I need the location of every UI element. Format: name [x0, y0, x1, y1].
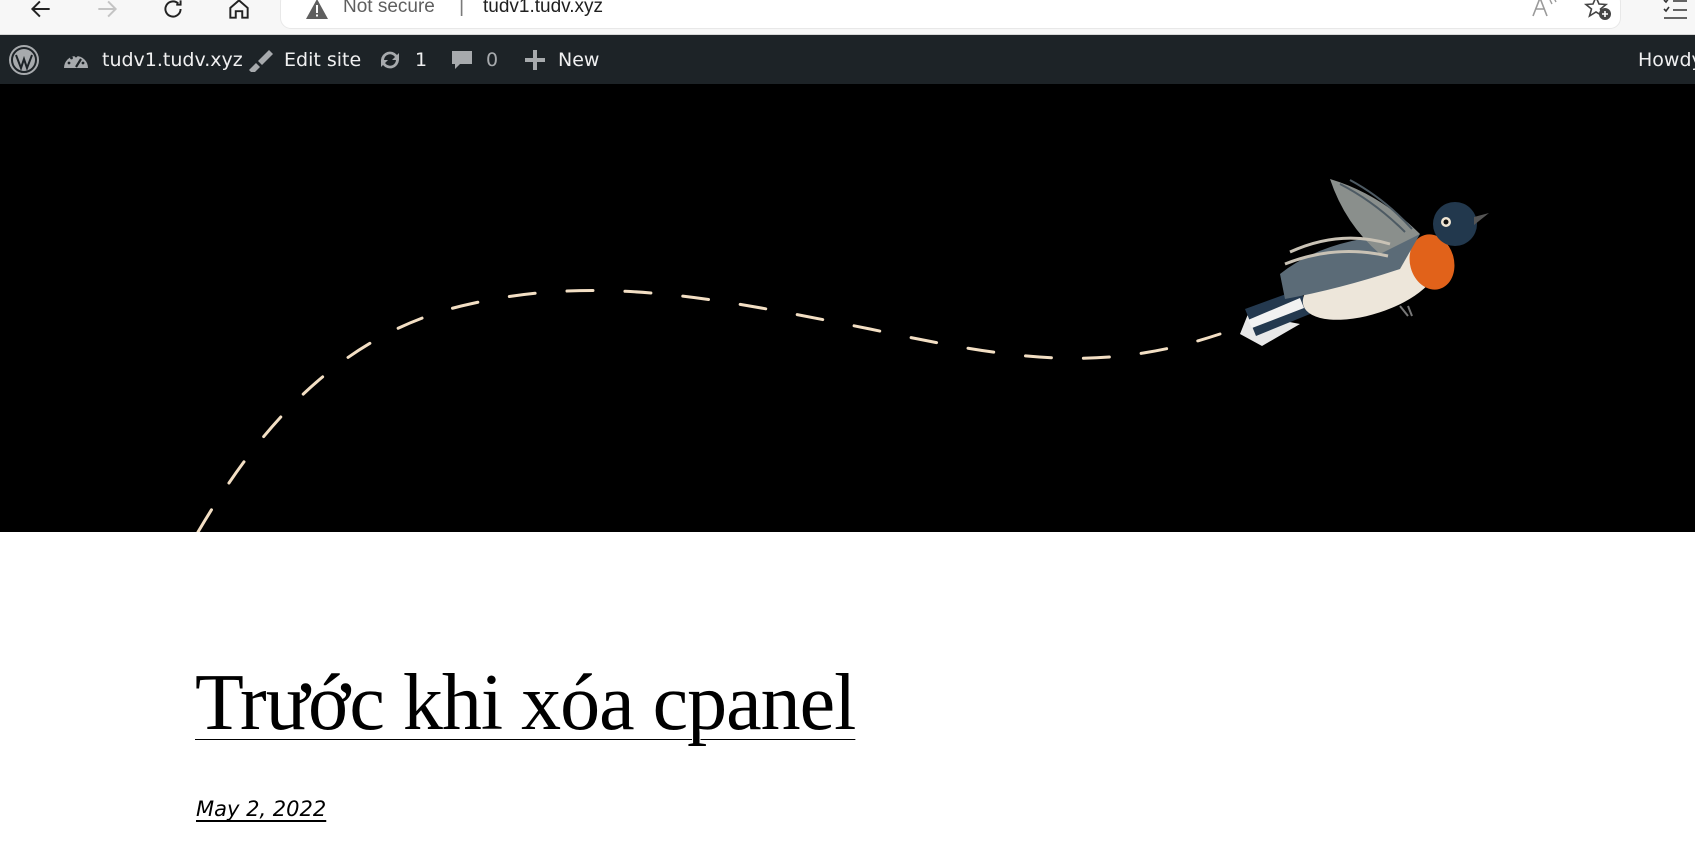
- new-content-button[interactable]: New: [524, 35, 599, 84]
- home-icon: [229, 0, 249, 19]
- comment-icon: [452, 50, 472, 69]
- warning-icon[interactable]: [305, 0, 329, 20]
- favorites-add-icon[interactable]: [1583, 0, 1613, 22]
- post-date-link[interactable]: May 2, 2022: [196, 797, 326, 821]
- account-menu[interactable]: Howdy: [1638, 35, 1695, 84]
- dashed-flight-path: [196, 288, 1222, 532]
- home-button[interactable]: [222, 0, 256, 24]
- plus-icon: [525, 49, 545, 70]
- wordpress-logo-icon: [9, 44, 39, 75]
- edit-site-label[interactable]: Edit site: [284, 49, 361, 71]
- wp-admin-bar: tudv1.tudv.xyz Edit site 1 0 New Howdy: [0, 35, 1695, 84]
- wp-logo-menu[interactable]: [8, 35, 40, 84]
- forward-arrow-icon: [98, 0, 118, 18]
- back-arrow-icon: [30, 0, 50, 18]
- howdy-label[interactable]: Howdy: [1638, 49, 1695, 71]
- url-text[interactable]: tudv1.tudv.xyz: [483, 0, 603, 18]
- site-name-menu[interactable]: tudv1.tudv.xyz: [62, 35, 243, 84]
- edit-site-button[interactable]: Edit site: [246, 35, 361, 84]
- forward-button[interactable]: [90, 0, 124, 24]
- hero-illustration: [196, 179, 1489, 532]
- post-title-link[interactable]: Trước khi xóa cpanel: [195, 655, 856, 751]
- address-separator: |: [459, 0, 465, 17]
- header-image: [0, 84, 1695, 532]
- address-bar[interactable]: Not secure | tudv1.tudv.xyz: [281, 0, 1620, 28]
- collections-icon[interactable]: [1660, 0, 1690, 22]
- site-name[interactable]: tudv1.tudv.xyz: [102, 49, 243, 71]
- new-label[interactable]: New: [558, 49, 599, 71]
- browser-toolbar: Not secure | tudv1.tudv.xyz: [0, 0, 1695, 35]
- brush-icon: [249, 49, 273, 72]
- updates-count[interactable]: 1: [415, 49, 427, 71]
- back-button[interactable]: [24, 0, 58, 24]
- comments-button[interactable]: 0: [450, 35, 498, 84]
- dashboard-icon: [64, 54, 88, 68]
- comments-count[interactable]: 0: [486, 49, 498, 71]
- refresh-icon: [164, 0, 182, 18]
- security-status[interactable]: Not secure: [343, 0, 435, 18]
- refresh-button[interactable]: [156, 0, 190, 24]
- updates-icon: [381, 51, 399, 68]
- updates-button[interactable]: 1: [377, 35, 427, 84]
- read-aloud-icon[interactable]: [1530, 0, 1560, 22]
- bird-icon: [1240, 179, 1489, 346]
